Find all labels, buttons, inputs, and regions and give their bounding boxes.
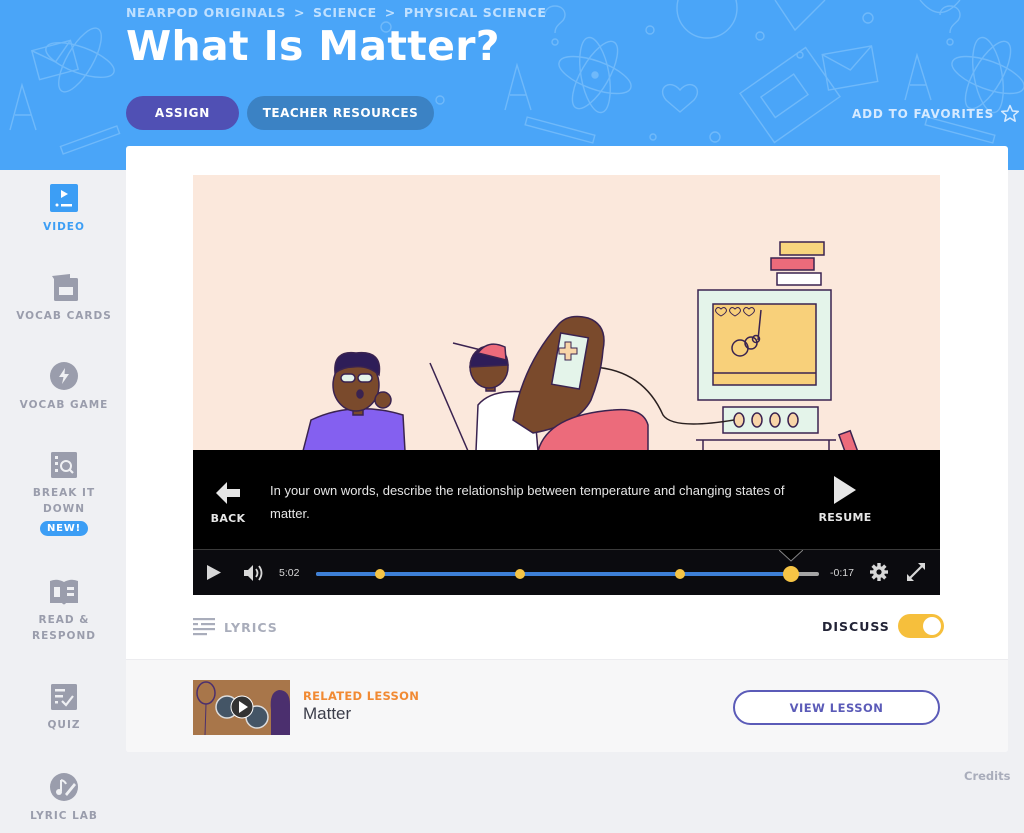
add-to-favorites-label: ADD TO FAVORITES xyxy=(852,106,995,121)
lyrics-lines-icon xyxy=(193,618,215,636)
music-pen-icon xyxy=(50,773,78,801)
vocab-cards-icon xyxy=(52,274,78,301)
sidebar-item-read-respond[interactable]: READ & RESPOND xyxy=(0,578,128,644)
lightning-icon xyxy=(50,362,78,390)
breadcrumb-item[interactable]: SCIENCE xyxy=(313,5,377,20)
discuss-toggle[interactable]: DISCUSS xyxy=(822,614,944,638)
play-icon[interactable] xyxy=(206,564,222,581)
question-marker[interactable] xyxy=(375,569,386,579)
sidebar: VIDEO VOCAB CARDS VOCAB GAME BREAK IT DOW… xyxy=(0,170,128,833)
breadcrumb-item[interactable]: PHYSICAL SCIENCE xyxy=(404,5,547,20)
quiz-check-icon xyxy=(51,684,77,710)
new-badge: NEW! xyxy=(40,521,88,536)
sidebar-item-lyric-lab[interactable]: LYRIC LAB xyxy=(0,772,128,824)
video-icon xyxy=(50,184,78,212)
related-thumbnail-illustration xyxy=(193,680,290,735)
sidebar-item-label: READ & RESPOND xyxy=(32,614,96,642)
sidebar-item-label: LYRIC LAB xyxy=(30,810,98,822)
resume-button[interactable]: RESUME xyxy=(815,475,875,524)
video-frame-illustration xyxy=(193,175,940,451)
sidebar-item-quiz[interactable]: QUIZ xyxy=(0,683,128,733)
page-header: NEARPOD ORIGINALS > SCIENCE > PHYSICAL S… xyxy=(0,0,1024,170)
resume-label: RESUME xyxy=(818,511,872,524)
settings-gear-icon[interactable] xyxy=(869,562,889,582)
sidebar-item-label: QUIZ xyxy=(47,719,81,731)
arrow-left-icon xyxy=(216,482,240,504)
sidebar-item-break-it-down[interactable]: BREAK IT DOWN NEW! xyxy=(0,451,128,536)
related-lesson-thumbnail[interactable] xyxy=(193,680,290,735)
question-text: In your own words, describe the relation… xyxy=(270,483,785,521)
lesson-card: BACK In your own words, describe the rel… xyxy=(126,146,1008,752)
book-icon xyxy=(50,579,78,605)
sidebar-item-label: BREAK IT DOWN xyxy=(32,487,96,515)
back-label: BACK xyxy=(210,512,246,525)
sidebar-item-label: VOCAB CARDS xyxy=(16,310,112,322)
view-lesson-button[interactable]: VIEW LESSON xyxy=(733,690,940,725)
current-question-caret-icon xyxy=(778,550,803,562)
progress-bar[interactable] xyxy=(316,550,819,582)
progress-fill xyxy=(316,572,791,576)
fullscreen-icon[interactable] xyxy=(906,562,926,582)
question-marker[interactable] xyxy=(675,569,686,579)
magnifier-icon xyxy=(51,452,77,478)
video-controls: 5:02 -0:17 xyxy=(193,550,940,595)
switch-knob xyxy=(922,617,941,635)
breadcrumb: NEARPOD ORIGINALS > SCIENCE > PHYSICAL S… xyxy=(126,5,546,20)
related-lesson-label: RELATED LESSON xyxy=(303,689,420,703)
discuss-switch[interactable] xyxy=(897,614,944,638)
page-title: What Is Matter? xyxy=(126,22,500,70)
video-player[interactable]: BACK In your own words, describe the rel… xyxy=(193,175,940,595)
sidebar-item-vocab-game[interactable]: VOCAB GAME xyxy=(0,361,128,413)
question-overlay: BACK In your own words, describe the rel… xyxy=(193,450,940,550)
credits-link[interactable]: Credits xyxy=(964,769,1010,783)
remaining-time: -0:17 xyxy=(830,567,854,579)
related-lesson-section: RELATED LESSON Matter VIEW LESSON xyxy=(126,659,1008,752)
sidebar-item-vocab-cards[interactable]: VOCAB CARDS xyxy=(0,272,128,324)
sidebar-item-video[interactable]: VIDEO xyxy=(0,183,128,235)
star-icon xyxy=(1001,104,1020,122)
sidebar-item-label: VOCAB GAME xyxy=(19,399,109,411)
breadcrumb-separator: > xyxy=(384,5,396,20)
teacher-resources-button[interactable]: TEACHER RESOURCES xyxy=(247,96,434,130)
question-marker[interactable] xyxy=(515,569,526,579)
sidebar-item-label: VIDEO xyxy=(43,221,85,233)
discuss-label: DISCUSS xyxy=(822,618,890,634)
volume-icon[interactable] xyxy=(243,563,265,583)
lyrics-toggle[interactable]: LYRICS xyxy=(193,617,278,637)
lyrics-label: LYRICS xyxy=(224,619,278,635)
breadcrumb-separator: > xyxy=(293,5,306,20)
add-to-favorites-button[interactable]: ADD TO FAVORITES xyxy=(852,104,1020,123)
playhead-handle[interactable] xyxy=(782,566,799,582)
related-lesson-title[interactable]: Matter xyxy=(303,704,351,724)
assign-button[interactable]: ASSIGN xyxy=(126,96,239,130)
breadcrumb-item[interactable]: NEARPOD ORIGINALS xyxy=(126,5,286,20)
elapsed-time: 5:02 xyxy=(279,567,300,579)
back-button[interactable]: BACK xyxy=(208,480,248,525)
play-icon xyxy=(834,476,856,504)
